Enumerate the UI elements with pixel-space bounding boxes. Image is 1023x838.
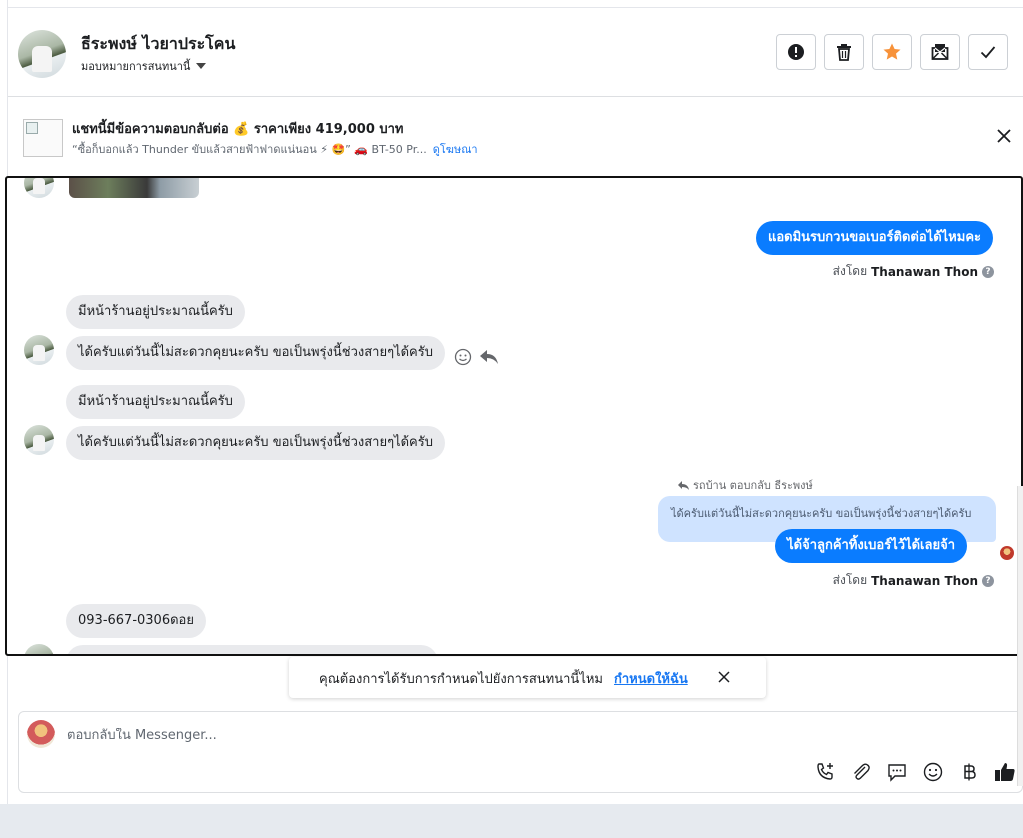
page-avatar (27, 720, 55, 748)
like-button[interactable] (994, 761, 1016, 783)
checkmark-icon (980, 46, 996, 59)
done-button[interactable] (968, 34, 1008, 70)
assign-notice: คุณต้องการได้รับการกำหนดไปยังการสนทนานี้… (289, 657, 766, 698)
dismiss-notice-button[interactable] (716, 669, 732, 685)
delete-button[interactable] (824, 34, 864, 70)
close-icon (997, 129, 1011, 143)
reply-context-text: รถบ้าน ตอบกลับ ธีระพงษ์ (693, 479, 813, 492)
ad-subtitle-text: “ซื้อก็บอกแล้ว Thunder ขับแล้วสายฟ้าฟาดแ… (72, 143, 427, 156)
info-icon[interactable]: ? (982, 265, 994, 278)
message-input[interactable] (67, 728, 767, 743)
saved-replies-button[interactable] (886, 761, 908, 783)
sent-by-label: ส่งโดย Thanawan Thon ? (833, 262, 994, 281)
close-icon (718, 671, 730, 683)
contact-mini-avatar (24, 335, 54, 365)
ad-thumbnail[interactable] (23, 119, 63, 157)
attachment-icon (854, 763, 870, 780)
ad-title: แชทนี้มีข้อความตอบกลับต่อ 💰 ราคาเพียง 41… (72, 122, 404, 137)
smiley-icon (454, 348, 472, 366)
message-bubble-incoming[interactable]: 093-667-0306ดอย (66, 604, 206, 638)
sent-by-name: Thanawan Thon (871, 264, 978, 279)
shared-image-attachment[interactable] (69, 178, 199, 198)
assign-notice-text: คุณต้องการได้รับการกำหนดไปยังการสนทนานี้… (319, 672, 603, 687)
baht-icon (964, 763, 976, 781)
assign-to-me-link[interactable]: กำหนดให้ฉัน (614, 668, 688, 689)
contact-mini-avatar (24, 425, 54, 455)
emoji-icon (923, 762, 943, 782)
reply-button[interactable] (479, 348, 499, 370)
assign-label: มอบหมายการสนทนานี้ (81, 60, 191, 73)
reply-arrow-icon (480, 350, 498, 364)
ad-banner: แชทนี้มีข้อความตอบกลับต่อ 💰 ราคาเพียง 41… (8, 98, 1023, 176)
emoji-button[interactable] (922, 761, 944, 783)
star-button[interactable] (872, 34, 912, 70)
sent-by-name: Thanawan Thon (871, 573, 978, 588)
alert-icon (788, 44, 804, 60)
contact-name[interactable]: ธีระพงษ์ ไวยาประโคน (81, 32, 235, 57)
reply-arrow-icon (678, 480, 689, 490)
star-icon (883, 43, 901, 60)
message-bubble-outgoing[interactable]: แอดมินรบกวนขอเบอร์ติดต่อได้ไหมคะ (755, 221, 993, 255)
mark-unread-button[interactable] (920, 34, 960, 70)
contact-mini-avatar (24, 644, 54, 654)
sent-by-prefix: ส่งโดย (832, 264, 868, 278)
react-button[interactable] (454, 348, 472, 370)
payment-button[interactable] (958, 761, 980, 783)
close-ad-button[interactable] (994, 126, 1014, 146)
message-thread[interactable]: แอดมินรบกวนขอเบอร์ติดต่อได้ไหมคะ ส่งโดย … (5, 176, 1023, 656)
reply-context-note: รถบ้าน ตอบกลับ ธีระพงษ์ (677, 476, 813, 494)
message-bubble-incoming[interactable]: ได้ครับแต่วันนี้ไม่สะดวกคุยนะครับ ขอเป็น… (66, 426, 445, 460)
message-bubble-outgoing[interactable]: ได้จ้าลูกค้าทิ้งเบอร์ไว้ได้เลยจ้า (775, 529, 967, 563)
call-add-icon (817, 763, 833, 780)
conversation-header: ธีระพงษ์ ไวยาประโคน มอบหมายการสนทนานี้ (8, 8, 1023, 97)
view-ad-link[interactable]: ดูโฆษณา (433, 143, 478, 156)
trash-icon (837, 44, 851, 61)
message-bubble-incoming[interactable]: มีหน้าร้านอยู่ประมาณนี้ครับ (66, 295, 245, 329)
assign-dropdown[interactable]: มอบหมายการสนทนานี้ (81, 57, 207, 75)
sent-by-label: ส่งโดย Thanawan Thon ? (833, 571, 994, 590)
message-bubble-incoming[interactable]: ได้ครับแต่วันนี้ไม่สะดวกคุยนะครับ ขอเป็น… (66, 336, 445, 370)
info-icon[interactable]: ? (982, 574, 994, 587)
message-bubble-incoming-partial[interactable] (66, 645, 438, 654)
contact-avatar[interactable] (18, 30, 66, 78)
scrollbar[interactable] (1017, 486, 1023, 786)
thumbs-up-icon (995, 763, 1015, 781)
saved-reply-icon (888, 764, 906, 782)
envelope-icon (931, 44, 949, 60)
sent-by-prefix: ส่งโดย (832, 573, 868, 587)
caret-down-icon (196, 63, 207, 69)
report-button[interactable] (776, 34, 816, 70)
bottom-bar (0, 804, 1023, 838)
attach-button[interactable] (850, 761, 872, 783)
seen-avatar (1000, 546, 1014, 560)
reply-composer (18, 711, 1023, 793)
ad-subtitle: “ซื้อก็บอกแล้ว Thunder ขับแล้วสายฟ้าฟาดแ… (72, 140, 478, 158)
message-bubble-incoming[interactable]: มีหน้าร้านอยู่ประมาณนี้ครับ (66, 385, 245, 419)
call-add-button[interactable] (814, 761, 836, 783)
contact-mini-avatar (24, 178, 54, 198)
